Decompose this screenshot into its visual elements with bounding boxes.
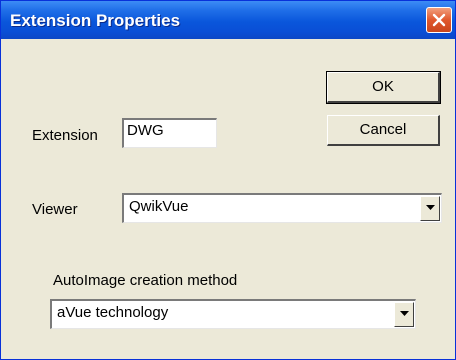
ok-button-label: OK bbox=[372, 78, 394, 95]
chevron-down-icon bbox=[426, 205, 435, 210]
cancel-button-label: Cancel bbox=[359, 121, 407, 138]
autoimage-label: AutoImage creation method bbox=[53, 272, 238, 289]
window-title: Extension Properties bbox=[10, 11, 181, 30]
viewer-selected-value: QwikVue bbox=[129, 198, 189, 215]
close-icon bbox=[432, 13, 446, 27]
ok-button[interactable]: OK bbox=[326, 71, 441, 104]
viewer-dropdown-button[interactable] bbox=[420, 196, 440, 221]
close-button[interactable] bbox=[426, 7, 452, 33]
viewer-label: Viewer bbox=[32, 201, 78, 218]
title-bar[interactable]: Extension Properties bbox=[1, 1, 455, 39]
autoimage-selected-value: aVue technology bbox=[57, 304, 169, 321]
cancel-button[interactable]: Cancel bbox=[327, 115, 440, 146]
viewer-select[interactable]: QwikVue bbox=[122, 193, 442, 223]
extension-input[interactable]: DWG bbox=[122, 118, 217, 148]
autoimage-dropdown-button[interactable] bbox=[394, 302, 414, 327]
extension-properties-dialog: Extension Properties OK Cancel Extension… bbox=[0, 0, 456, 360]
autoimage-select[interactable]: aVue technology bbox=[50, 299, 416, 329]
chevron-down-icon bbox=[400, 311, 409, 316]
extension-label: Extension bbox=[32, 127, 98, 144]
